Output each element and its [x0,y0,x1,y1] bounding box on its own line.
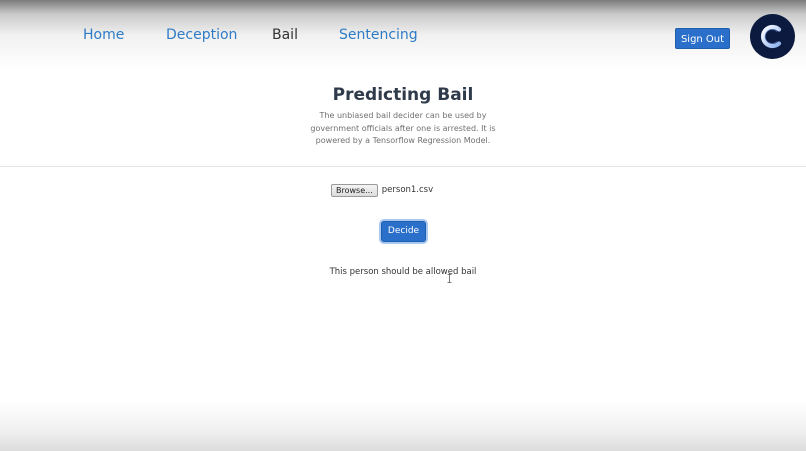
footer-shade [0,401,806,451]
nav-bail-link[interactable]: Bail [272,26,298,44]
result-text: This person should be allowed bail [329,267,477,277]
nav-deception-link[interactable]: Deception [166,26,237,44]
avatar[interactable] [750,14,795,59]
page-title: Predicting Bail [332,85,474,105]
sign-out-button[interactable]: Sign Out [675,28,730,49]
section-divider [0,166,806,167]
file-input: Browse... person1.csv [331,183,433,197]
c-logo-icon [760,24,782,49]
page-description: The unbiased bail decider can be used by… [310,111,496,145]
nav-home-link[interactable]: Home [83,26,124,44]
page: Home Deception Bail Sentencing Sign Out … [0,0,806,451]
browse-button[interactable]: Browse... [331,183,378,197]
nav-sentencing-link[interactable]: Sentencing [339,26,418,44]
selected-file-name: person1.csv [381,185,434,195]
text-cursor-icon [447,274,452,283]
decide-button[interactable]: Decide [381,221,426,242]
hero-section: Predicting Bail The unbiased bail decide… [0,84,806,148]
